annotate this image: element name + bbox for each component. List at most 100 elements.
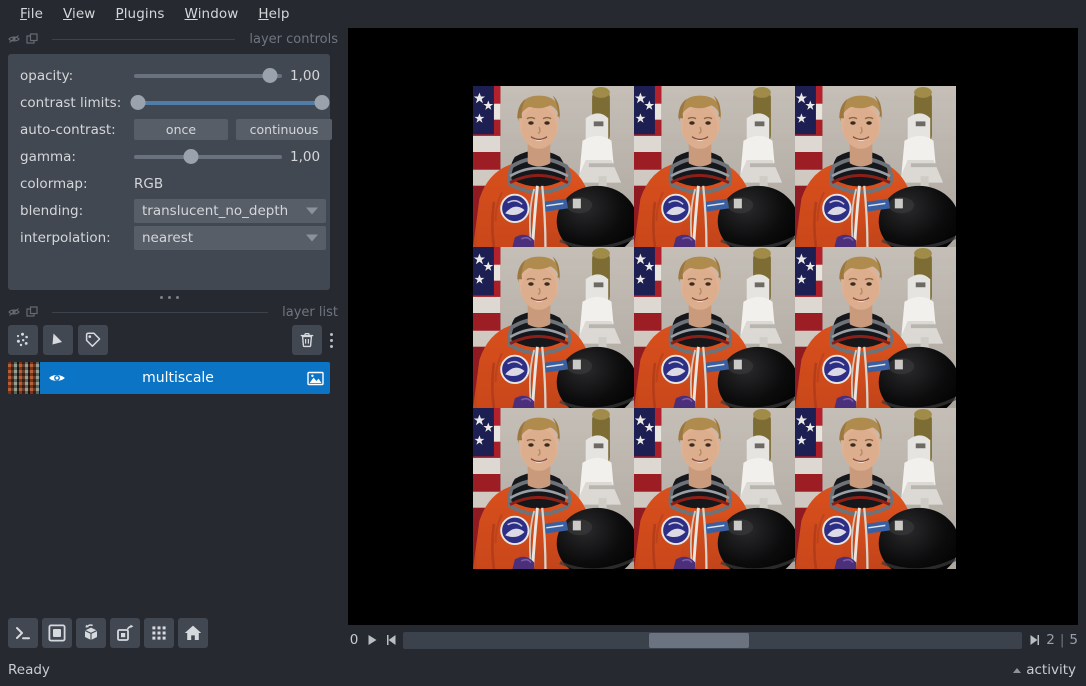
image-tile <box>634 86 795 247</box>
layer-visibility-toggle[interactable] <box>40 371 74 385</box>
opacity-slider[interactable] <box>134 67 282 85</box>
status-bar-text: Ready <box>8 662 50 678</box>
activity-toggle-button[interactable]: activity <box>1013 662 1076 678</box>
contrast-limits-slider[interactable] <box>130 94 330 112</box>
dims-separator: | <box>1059 632 1065 648</box>
image-tile <box>795 86 956 247</box>
panel-splitter-handle[interactable] <box>0 292 338 302</box>
contrast-limits-low-handle[interactable] <box>130 95 146 110</box>
image-layer-icon <box>306 371 324 385</box>
dims-slider-track[interactable] <box>403 631 1023 649</box>
transpose-dims-button[interactable] <box>110 618 140 648</box>
menu-view-accel: V <box>63 6 73 22</box>
image-tile <box>795 408 956 569</box>
opacity-field: 1,00 <box>134 62 332 89</box>
play-icon <box>368 635 376 645</box>
menu-plugins-accel: P <box>115 6 124 22</box>
labels-icon <box>85 332 101 347</box>
chevron-down-icon <box>306 207 318 214</box>
dims-max-value: 5 <box>1069 632 1078 648</box>
opacity-slider-handle[interactable] <box>262 68 278 83</box>
layer-list-menu-button[interactable] <box>324 325 338 355</box>
image-tile <box>473 247 634 408</box>
menu-view[interactable]: View <box>53 4 105 24</box>
dims-play-button[interactable] <box>365 632 379 648</box>
interpolation-label: interpolation: <box>20 229 111 246</box>
new-labels-layer-button[interactable] <box>78 325 108 355</box>
delete-layer-button[interactable] <box>292 325 322 355</box>
menu-help-rest: elp <box>268 6 290 22</box>
opacity-label: opacity: <box>20 67 74 84</box>
step-left-icon <box>386 635 395 645</box>
contrast-limits-fill <box>137 100 323 105</box>
console-button[interactable] <box>8 618 38 648</box>
menu-file[interactable]: File <box>10 4 53 24</box>
layer-controls-panel: opacity: 1,00 contrast limits: auto-cont… <box>8 54 332 290</box>
dims-slider-handle[interactable] <box>648 632 750 648</box>
image-tile <box>473 408 634 569</box>
gamma-slider-handle[interactable] <box>183 149 199 164</box>
shapes-icon <box>52 333 62 345</box>
layer-list-item-multiscale[interactable]: multiscale <box>8 362 330 394</box>
caret-up-icon <box>1013 667 1022 673</box>
viewer-canvas[interactable] <box>348 28 1078 625</box>
new-shapes-layer-button[interactable] <box>43 325 73 355</box>
menu-bar: File View Plugins Window Help <box>0 0 1086 28</box>
colormap-label: colormap: <box>20 175 88 192</box>
auto-contrast-once-button[interactable]: once <box>134 119 228 140</box>
contrast-limits-high-handle[interactable] <box>314 95 330 110</box>
trash-icon <box>300 332 314 348</box>
auto-contrast-field: once continuous <box>134 116 332 143</box>
home-button[interactable] <box>178 618 208 648</box>
menu-window[interactable]: Window <box>175 4 249 24</box>
dims-slider-bar: 0 2 | 5 <box>348 630 1078 650</box>
blending-field: translucent_no_depth <box>134 197 332 224</box>
interpolation-dropdown[interactable]: nearest <box>134 225 326 250</box>
dims-current-value: 2 <box>1046 632 1055 648</box>
auto-contrast-label: auto-contrast: <box>20 121 116 138</box>
close-dock-icon[interactable] <box>26 306 38 318</box>
layer-controls-label: layer controls <box>249 31 338 47</box>
grid-view-button[interactable] <box>144 618 174 648</box>
image-tile <box>634 247 795 408</box>
blending-label: blending: <box>20 202 84 219</box>
cube-roll-icon <box>84 624 98 640</box>
dock-title-rule <box>52 311 269 313</box>
layer-list-dock-title: layer list <box>8 303 338 321</box>
image-tile <box>634 408 795 569</box>
float-dock-icon[interactable] <box>8 306 20 318</box>
float-dock-icon[interactable] <box>8 33 20 45</box>
points-icon <box>16 332 28 347</box>
gamma-slider[interactable] <box>134 148 282 166</box>
console-icon <box>16 627 30 640</box>
layer-thumbnail <box>8 362 40 394</box>
grid-icon <box>152 626 166 640</box>
menu-plugins[interactable]: Plugins <box>105 4 174 24</box>
contrast-limits-field <box>130 89 332 116</box>
contrast-limits-label: contrast limits: <box>20 94 122 111</box>
gamma-value: 1,00 <box>290 148 321 165</box>
image-tile <box>795 247 956 408</box>
new-points-layer-button[interactable] <box>8 325 38 355</box>
menu-help[interactable]: Help <box>248 4 299 24</box>
blending-dropdown[interactable]: translucent_no_depth <box>134 198 326 223</box>
layer-controls-dock-title: layer controls <box>8 30 338 48</box>
transpose-icon <box>117 624 134 641</box>
menu-window-accel: W <box>184 6 198 22</box>
gamma-slider-track <box>134 154 282 159</box>
blending-value: translucent_no_depth <box>142 202 289 219</box>
dims-step-left-button[interactable] <box>384 632 398 648</box>
auto-contrast-continuous-button[interactable]: continuous <box>236 119 332 140</box>
kebab-menu-icon <box>329 344 333 348</box>
close-dock-icon[interactable] <box>26 33 38 45</box>
opacity-slider-track <box>134 73 282 78</box>
kebab-menu-icon <box>329 338 333 342</box>
splitter-dot <box>167 295 171 299</box>
roll-dims-button[interactable] <box>76 618 106 648</box>
ndisplay-toggle-button[interactable] <box>42 618 72 648</box>
menu-file-rest: ile <box>26 6 43 22</box>
menu-plugins-rest: lugins <box>123 6 165 22</box>
image-grid <box>473 86 956 569</box>
layer-list-toolbar <box>8 324 338 356</box>
dims-step-right-button[interactable] <box>1027 632 1041 648</box>
